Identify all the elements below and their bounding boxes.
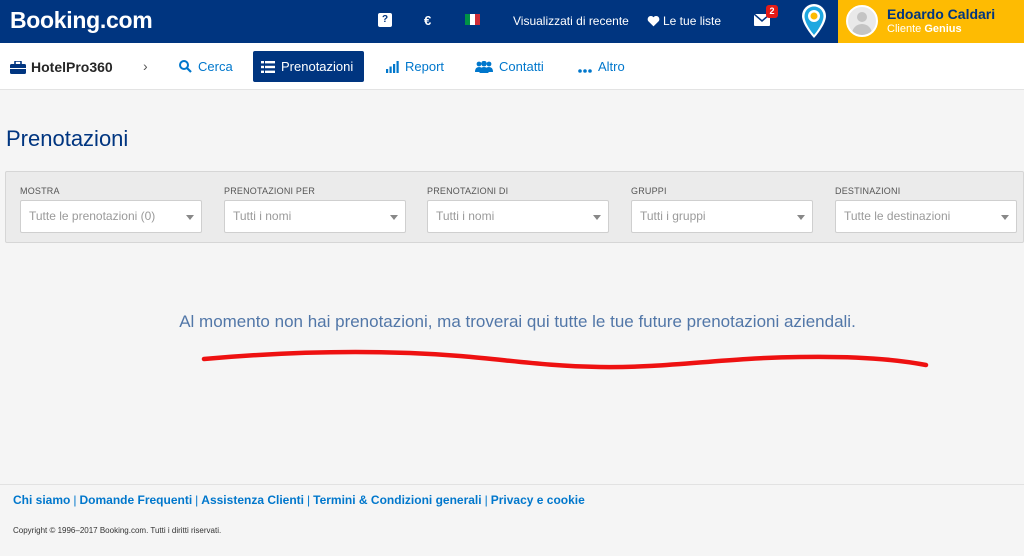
mostra-select[interactable]: Tutte le prenotazioni (0): [20, 200, 202, 233]
caret-down-icon: [1001, 215, 1009, 220]
filter-destinazioni: DESTINAZIONI Tutte le destinazioni: [835, 186, 1017, 233]
help-icon[interactable]: ?: [378, 13, 392, 27]
gruppi-select[interactable]: Tutti i gruppi: [631, 200, 813, 233]
tab-report[interactable]: Report: [378, 51, 452, 82]
lists-link[interactable]: Le tue liste: [647, 12, 721, 30]
booking-logo[interactable]: Booking.com: [10, 7, 153, 34]
user-name: Edoardo Caldari: [887, 6, 996, 22]
tab-contatti[interactable]: Contatti: [467, 51, 552, 82]
caret-down-icon: [186, 215, 194, 220]
company-name[interactable]: HotelPro360: [10, 59, 113, 75]
avatar: [846, 5, 878, 37]
tab-prenotazioni[interactable]: Prenotazioni: [253, 51, 364, 82]
footer-link-chi-siamo[interactable]: Chi siamo: [13, 493, 70, 507]
heart-icon: [647, 15, 660, 27]
filter-prenotazioni-per: PRENOTAZIONI PER Tutti i nomi: [224, 186, 406, 233]
mail-button[interactable]: 2: [753, 5, 778, 31]
italian-flag-icon[interactable]: [465, 14, 480, 25]
top-bar: Booking.com ? € Visualizzati di recente …: [0, 0, 1024, 43]
caret-down-icon: [390, 215, 398, 220]
user-profile-menu[interactable]: Edoardo Caldari Cliente Genius: [838, 0, 1024, 43]
footer-link-termini[interactable]: Termini & Condizioni generali: [313, 493, 481, 507]
dots-icon: [578, 69, 592, 73]
prenotazioni-per-select[interactable]: Tutti i nomi: [224, 200, 406, 233]
filter-bar: MOSTRA Tutte le prenotazioni (0) PRENOTA…: [5, 171, 1024, 243]
filter-label: MOSTRA: [20, 186, 60, 196]
filter-gruppi: GRUPPI Tutti i gruppi: [631, 186, 813, 233]
footer-divider: [0, 484, 1024, 485]
red-underline-annotation: [201, 349, 929, 370]
people-icon: [475, 60, 493, 73]
mail-count-badge: 2: [766, 5, 778, 18]
location-pin-icon[interactable]: [800, 3, 828, 44]
filter-label: DESTINAZIONI: [835, 186, 901, 196]
bar-chart-icon: [386, 61, 399, 73]
search-icon: [179, 60, 192, 73]
filter-label: PRENOTAZIONI PER: [224, 186, 316, 196]
footer-links: Chi siamo | Domande Frequenti | Assistenza C…: [13, 493, 585, 507]
caret-down-icon: [593, 215, 601, 220]
filter-label: PRENOTAZIONI DI: [427, 186, 509, 196]
tab-cerca[interactable]: Cerca: [171, 51, 241, 82]
lists-label: Le tue liste: [663, 14, 722, 28]
copyright-text: Copyright © 1996–2017 Booking.com. Tutti…: [13, 526, 222, 535]
briefcase-icon: [10, 60, 26, 74]
business-nav: HotelPro360 › Cerca Prenotazioni Report …: [0, 43, 1024, 90]
tab-altro[interactable]: Altro: [570, 51, 633, 82]
filter-mostra: MOSTRA Tutte le prenotazioni (0): [20, 186, 202, 233]
destinazioni-select[interactable]: Tutte le destinazioni: [835, 200, 1017, 233]
footer-link-assistenza[interactable]: Assistenza Clienti: [201, 493, 304, 507]
empty-state-message: Al momento non hai prenotazioni, ma trov…: [179, 312, 856, 331]
footer-link-faq[interactable]: Domande Frequenti: [79, 493, 192, 507]
list-icon: [261, 61, 275, 73]
recently-viewed-link[interactable]: Visualizzati di recente: [513, 12, 629, 30]
caret-down-icon: [797, 215, 805, 220]
footer-link-privacy[interactable]: Privacy e cookie: [491, 493, 585, 507]
prenotazioni-di-select[interactable]: Tutti i nomi: [427, 200, 609, 233]
user-genius-status: Cliente Genius: [887, 23, 962, 35]
chevron-right-icon: ›: [143, 58, 148, 74]
currency-selector[interactable]: €: [424, 12, 431, 30]
filter-prenotazioni-di: PRENOTAZIONI DI Tutti i nomi: [427, 186, 609, 233]
filter-label: GRUPPI: [631, 186, 667, 196]
page-title: Prenotazioni: [6, 126, 129, 151]
